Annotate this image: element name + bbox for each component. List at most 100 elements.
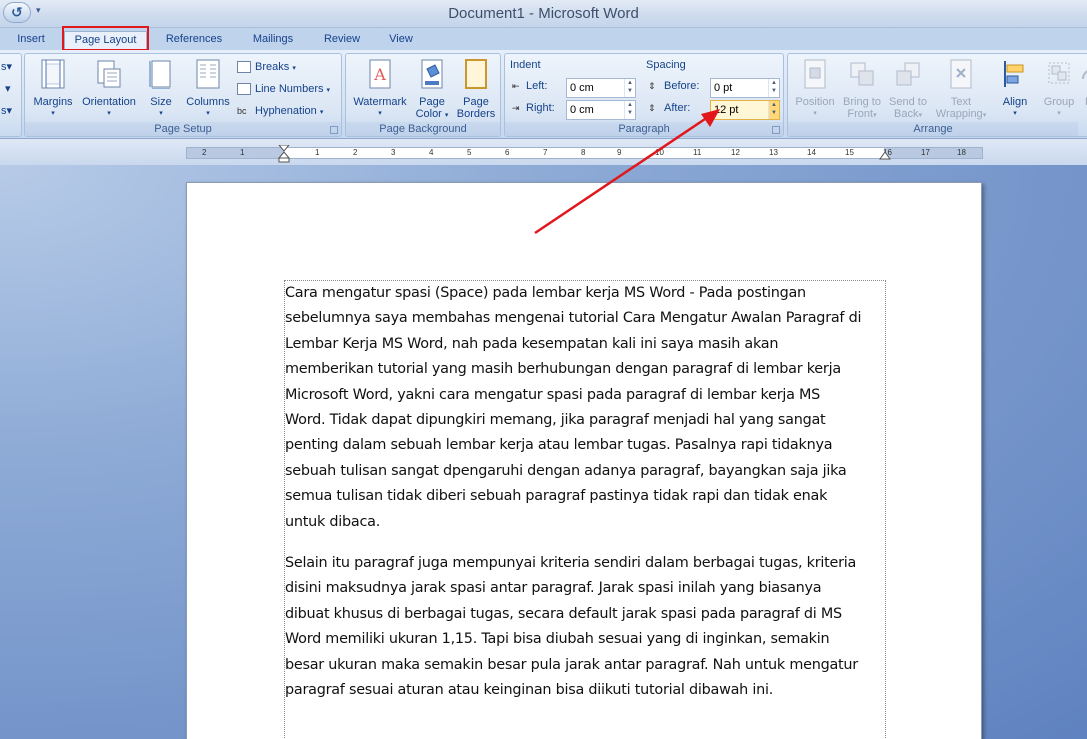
- indent-left-field[interactable]: 0 cm ▲ ▼: [566, 78, 636, 98]
- page-setup-launcher-icon[interactable]: [330, 126, 338, 134]
- spacing-after-spinner-icon[interactable]: ▲ ▼: [768, 101, 779, 119]
- page-borders-label-2: Borders: [456, 108, 496, 120]
- arrange-group: Position ▾ Bring to Front▾ Send to Back▾…: [787, 53, 1087, 137]
- page-background-label: Page Background: [346, 122, 500, 136]
- indent-left-value: 0 cm: [570, 82, 594, 94]
- breaks-icon: [237, 61, 251, 74]
- orientation-label: Orientation: [82, 96, 136, 108]
- page-setup-label: Page Setup: [25, 122, 341, 136]
- arrange-label: Arrange: [788, 122, 1078, 136]
- ruler-tick-label: 1: [240, 148, 245, 157]
- hyphenation-label: Hyphenation: [255, 105, 317, 117]
- columns-label: Columns: [186, 96, 230, 108]
- indent-left-icon: ⇤: [512, 81, 520, 91]
- send-to-back-label-1: Send to: [889, 96, 927, 108]
- position-button[interactable]: Position ▾: [791, 59, 839, 120]
- text-line: dibuat khusus di berbagai tugas, secara …: [285, 605, 842, 622]
- document-page[interactable]: Cara mengatur spasi (Space) pada lembar …: [186, 182, 982, 739]
- text-line: memberikan tutorial yang masih berhubung…: [285, 361, 841, 378]
- tab-references[interactable]: References: [158, 31, 230, 50]
- margins-label: Margins: [33, 96, 73, 108]
- text-line: penting dalam sebuah lembar kerja atau l…: [285, 437, 833, 454]
- line-numbers-button[interactable]: Line Numbers ▾: [237, 80, 330, 98]
- breaks-button[interactable]: Breaks ▾: [237, 58, 296, 76]
- spacing-before-icon: ⇕: [648, 81, 656, 91]
- svg-text:A: A: [373, 65, 386, 84]
- indent-marker-icon[interactable]: [278, 145, 290, 165]
- size-button[interactable]: Size ▾: [144, 59, 178, 120]
- paragraph-launcher-icon[interactable]: [772, 126, 780, 134]
- page-borders-label-1: Page: [463, 96, 489, 108]
- columns-button[interactable]: Columns ▾: [182, 59, 234, 120]
- watermark-icon: A: [369, 59, 391, 89]
- indent-left-label: ⇤ Left:: [512, 80, 547, 92]
- bring-to-front-icon: [850, 62, 874, 86]
- tab-view[interactable]: View: [380, 31, 422, 50]
- align-label: Align: [1002, 96, 1028, 108]
- text-line: sebuah tulisan sangat dpengaruhi dengan …: [285, 462, 847, 479]
- text-line: sebelumnya saya membahas mengenai tutori…: [285, 310, 862, 327]
- text-line: untuk dibaca.: [285, 513, 381, 530]
- themes-effects-icon[interactable]: s▾: [1, 102, 12, 120]
- size-label: Size: [150, 96, 172, 108]
- document-area: Cara mengatur spasi (Space) pada lembar …: [0, 165, 1087, 739]
- margins-icon: [41, 59, 65, 89]
- line-numbers-label: Line Numbers: [255, 83, 324, 95]
- rotate-button[interactable]: R: [1079, 59, 1087, 108]
- ruler-tick-label: 13: [769, 148, 778, 157]
- text-wrapping-label-2: Wrapping: [935, 108, 983, 120]
- indent-left-spinner-icon[interactable]: ▲ ▼: [624, 79, 635, 97]
- page-borders-button[interactable]: Page Borders: [454, 59, 498, 120]
- bring-to-front-button[interactable]: Bring to Front▾: [839, 59, 885, 122]
- text-line: besar ukuran maka semakin besar pula jar…: [285, 656, 858, 673]
- text-line: semua tulisan tidak diberi sebuah paragr…: [285, 488, 828, 505]
- paragraph-2[interactable]: Selain itu paragraf juga mempunyai krite…: [285, 551, 885, 703]
- group-button[interactable]: Group ▾: [1039, 59, 1079, 120]
- spacing-before-spinner-icon[interactable]: ▲ ▼: [768, 79, 779, 97]
- tab-insert[interactable]: Insert: [6, 31, 56, 50]
- tab-mailings[interactable]: Mailings: [243, 31, 303, 50]
- ruler-tick-label: 2: [202, 148, 207, 157]
- ruler-tick-label: 15: [845, 148, 854, 157]
- spacing-before-text: Before:: [664, 80, 700, 92]
- themes-colors-icon[interactable]: s▾: [1, 58, 12, 76]
- breaks-label: Breaks: [255, 61, 290, 73]
- annotation-arrow: [534, 109, 720, 235]
- watermark-label: Watermark: [353, 96, 407, 108]
- tab-review[interactable]: Review: [316, 31, 368, 50]
- page-color-label-1: Page: [419, 96, 445, 108]
- page-color-label-2: Color: [415, 108, 442, 120]
- ruler-tick-label: 2: [353, 148, 358, 157]
- margins-button[interactable]: Margins ▾: [30, 59, 76, 120]
- window-title: Document1 - Microsoft Word: [448, 5, 639, 22]
- text-wrapping-button[interactable]: Text Wrapping▾: [931, 59, 991, 122]
- page-color-button[interactable]: Page Color ▾: [414, 59, 450, 122]
- position-label: Position: [795, 96, 835, 108]
- page-layout-highlight-box: [62, 26, 149, 51]
- hyphenation-button[interactable]: bc Hyphenation ▾: [237, 102, 323, 120]
- ruler-tick-label: 18: [957, 148, 966, 157]
- text-region[interactable]: Cara mengatur spasi (Space) pada lembar …: [284, 280, 886, 739]
- columns-icon: [196, 59, 220, 89]
- orientation-button[interactable]: Orientation ▾: [78, 59, 140, 120]
- line-numbers-icon: [237, 83, 251, 96]
- watermark-button[interactable]: A Watermark ▾: [349, 59, 411, 120]
- bring-to-front-label-1: Bring to: [843, 96, 881, 108]
- page-background-group: A Watermark ▾ Page Color ▾ Page Borders …: [345, 53, 501, 137]
- text-line: Lembar Kerja MS Word, nah pada kesempata…: [285, 335, 779, 352]
- text-line: disini maksudnya jarak spasi antar parag…: [285, 580, 822, 597]
- send-to-back-button[interactable]: Send to Back▾: [885, 59, 931, 122]
- bring-to-front-label-2: Front: [847, 108, 874, 120]
- position-icon: [804, 59, 826, 89]
- spacing-heading: Spacing: [646, 59, 686, 71]
- themes-fonts-icon[interactable]: ▾: [5, 80, 11, 98]
- right-indent-marker-icon[interactable]: [879, 147, 891, 161]
- spacing-before-field[interactable]: 0 pt ▲ ▼: [710, 78, 780, 98]
- indent-right-icon: ⇥: [512, 103, 520, 113]
- ruler-tick-label: 14: [807, 148, 816, 157]
- page-color-icon: [421, 59, 443, 89]
- align-button[interactable]: Align ▾: [995, 59, 1035, 120]
- orientation-icon: [97, 60, 121, 88]
- spacing-before-label: ⇕ Before:: [648, 80, 699, 92]
- paragraph-1[interactable]: Cara mengatur spasi (Space) pada lembar …: [285, 281, 885, 535]
